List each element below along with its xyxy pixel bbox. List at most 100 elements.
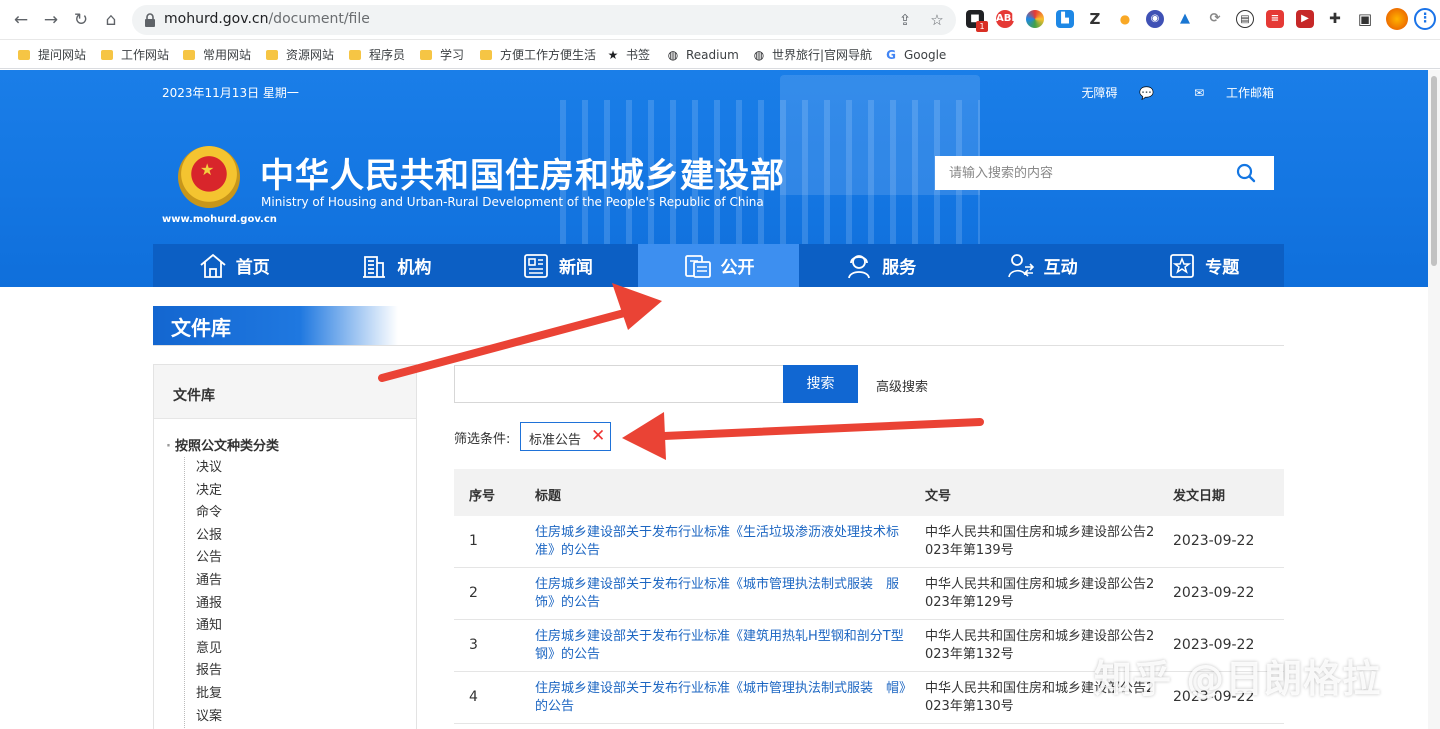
row-date: 2023-09-22 — [1173, 585, 1255, 601]
accessibility-link[interactable]: 无障碍 — [1081, 86, 1117, 100]
sidebar-item[interactable]: 通知 — [185, 615, 384, 638]
folder-icon — [420, 50, 432, 60]
top-links: 无障碍 💬 ✉ 工作邮箱 — [1063, 84, 1274, 101]
bookmark-item[interactable]: G Google — [884, 46, 946, 64]
sidebar-item[interactable]: 意见 — [185, 638, 384, 661]
nav-organization[interactable]: 机构 — [315, 244, 477, 287]
row-date: 2023-09-22 — [1173, 533, 1255, 549]
nav-service[interactable]: 服务 — [799, 244, 961, 287]
row-title-link[interactable]: 住房城乡建设部关于发布行业标准《城市管理执法制式服装 服饰》的公告 — [535, 576, 913, 612]
sidebar-title: 文件库 — [154, 365, 416, 419]
filter-tag[interactable]: 标准公告 ✕ — [520, 422, 611, 451]
folder-icon — [266, 50, 278, 60]
nav-home[interactable]: 首页 — [153, 244, 315, 287]
home-icon — [200, 253, 226, 278]
nav-news[interactable]: 新闻 — [476, 244, 638, 287]
wechat-icon[interactable]: 💬 — [1139, 86, 1154, 100]
main-nav: 首页 机构 新闻 公开 服务 互动 专题 — [153, 244, 1284, 287]
bookmark-folder[interactable]: 常用网站 — [183, 46, 251, 64]
header-title: 标题 — [535, 489, 562, 504]
bookmark-folder[interactable]: 资源网站 — [266, 46, 334, 64]
mail-icon: ✉ — [1194, 86, 1205, 100]
extension-4-icon[interactable]: ▙ — [1056, 10, 1074, 28]
zotero-icon[interactable]: Z — [1086, 10, 1104, 28]
row-number: 3 — [469, 637, 478, 653]
extension-9-icon[interactable]: ⟳ — [1206, 10, 1224, 28]
extension-10-icon[interactable]: ▤ — [1236, 10, 1254, 28]
extension-12-icon[interactable]: ▶ — [1296, 10, 1314, 28]
extension-7-icon[interactable]: ◉ — [1146, 10, 1164, 28]
nav-topics[interactable]: 专题 — [1122, 244, 1284, 287]
adblock-icon[interactable]: ABP — [996, 10, 1019, 28]
address-bar[interactable]: mohurd.gov.cn/document/file ⇪ ☆ — [132, 5, 956, 35]
arrow-to-filter — [622, 412, 984, 460]
bookmark-item[interactable]: ◍ 世界旅行|官网导航 — [752, 46, 872, 64]
sidebar-category[interactable]: 按照公文种类分类 — [166, 435, 279, 454]
folder-icon — [183, 50, 195, 60]
row-title-link[interactable]: 住房城乡建设部关于发布行业标准《城市管理执法制式服装 帽》的公告 — [535, 680, 913, 716]
sidebar-item[interactable]: 批复 — [185, 683, 384, 706]
color-picker-icon[interactable] — [1026, 10, 1044, 28]
home-button-icon[interactable]: ⌂ — [100, 9, 122, 31]
remove-filter-icon[interactable]: ✕ — [591, 427, 605, 445]
reload-icon[interactable]: ↻ — [70, 9, 92, 31]
filter-label: 筛选条件: — [454, 432, 511, 447]
row-title-link[interactable]: 住房城乡建设部关于发布行业标准《建筑用热轧H型钢和剖分T型钢》的公告 — [535, 628, 913, 664]
service-icon — [848, 254, 870, 278]
extension-11-icon[interactable]: ≡ — [1266, 10, 1284, 28]
bookmark-folder[interactable]: 提问网站 — [18, 46, 86, 64]
nav-disclosure[interactable]: 公开 — [637, 244, 800, 287]
star-icon[interactable]: ☆ — [928, 11, 946, 29]
page-title: 文件库 — [171, 316, 231, 340]
keyword-search-input[interactable] — [454, 365, 783, 403]
row-title-link[interactable]: 住房城乡建设部关于发布行业标准《生活垃圾渗沥液处理技术标准》的公告 — [535, 524, 913, 560]
bookmark-item[interactable]: ◍ Readium — [666, 46, 739, 64]
page-heading: 文件库 — [153, 306, 398, 345]
sidebar-item[interactable]: 公报 — [185, 525, 384, 548]
extension-badge: 1 — [976, 21, 988, 32]
scrollbar-thumb[interactable] — [1431, 76, 1437, 266]
site-url: www.mohurd.gov.cn — [162, 214, 277, 225]
mail-link[interactable]: ✉ 工作邮箱 — [1176, 86, 1274, 100]
bookmark-folder[interactable]: 工作网站 — [101, 46, 169, 64]
bookmark-folder[interactable]: 学习 — [420, 46, 464, 64]
nav-interaction[interactable]: 互动 — [961, 244, 1123, 287]
sidebar-item[interactable]: 通报 — [185, 593, 384, 616]
header-no: 序号 — [469, 489, 496, 504]
side-panel-icon[interactable]: ▣ — [1356, 10, 1374, 28]
sidebar-item[interactable]: 议案 — [185, 706, 384, 729]
bookmark-folder[interactable]: 方便工作方便生活 — [480, 46, 596, 64]
sidebar-item[interactable]: 决议 — [185, 457, 384, 480]
site-search-input[interactable] — [935, 156, 1225, 190]
search-button[interactable]: 搜索 — [783, 365, 858, 403]
sidebar-item[interactable]: 公告 — [185, 547, 384, 570]
extension-8-icon[interactable]: ▲ — [1176, 10, 1194, 28]
advanced-search-link[interactable]: 高级搜索 — [876, 376, 928, 395]
table-row: 1 住房城乡建设部关于发布行业标准《生活垃圾渗沥液处理技术标准》的公告 中华人民… — [454, 516, 1284, 568]
sidebar-item[interactable]: 命令 — [185, 502, 384, 525]
sidebar-item[interactable]: 报告 — [185, 660, 384, 683]
share-icon[interactable]: ⇪ — [896, 11, 914, 29]
sidebar-subtree: 决议 决定 命令 公报 公告 通告 通报 通知 意见 报告 批复 议案 — [184, 457, 384, 729]
url-text: mohurd.gov.cn/document/file — [164, 11, 370, 27]
page-scrollbar[interactable] — [1428, 70, 1440, 729]
forward-icon[interactable]: → — [40, 9, 62, 31]
extensions-puzzle-icon[interactable]: ✚ — [1326, 10, 1344, 28]
row-doc-number: 中华人民共和国住房和城乡建设部公告2023年第139号 — [925, 525, 1155, 558]
search-icon[interactable] — [1236, 163, 1256, 183]
row-doc-number: 中华人民共和国住房和城乡建设部公告2023年第129号 — [925, 577, 1155, 610]
table-header: 序号 标题 文号 发文日期 — [454, 469, 1284, 516]
extension-6-icon[interactable]: ● — [1116, 10, 1134, 28]
avatar[interactable] — [1386, 8, 1408, 30]
bookmark-item[interactable]: ★ 书签 — [606, 46, 650, 64]
sidebar-item[interactable]: 决定 — [185, 480, 384, 503]
back-icon[interactable]: ← — [10, 9, 32, 31]
sidebar-item[interactable]: 通告 — [185, 570, 384, 593]
browser-toolbar: ← → ↻ ⌂ mohurd.gov.cn/document/file ⇪ ☆ … — [0, 0, 1440, 40]
google-icon: G — [886, 48, 896, 62]
building-icon — [363, 255, 386, 278]
site-title[interactable]: 中华人民共和国住房和城乡建设部 — [260, 148, 785, 197]
bookmark-folder[interactable]: 程序员 — [349, 46, 405, 64]
menu-icon[interactable]: ⋮ — [1414, 8, 1436, 30]
national-emblem-logo[interactable] — [178, 146, 240, 208]
